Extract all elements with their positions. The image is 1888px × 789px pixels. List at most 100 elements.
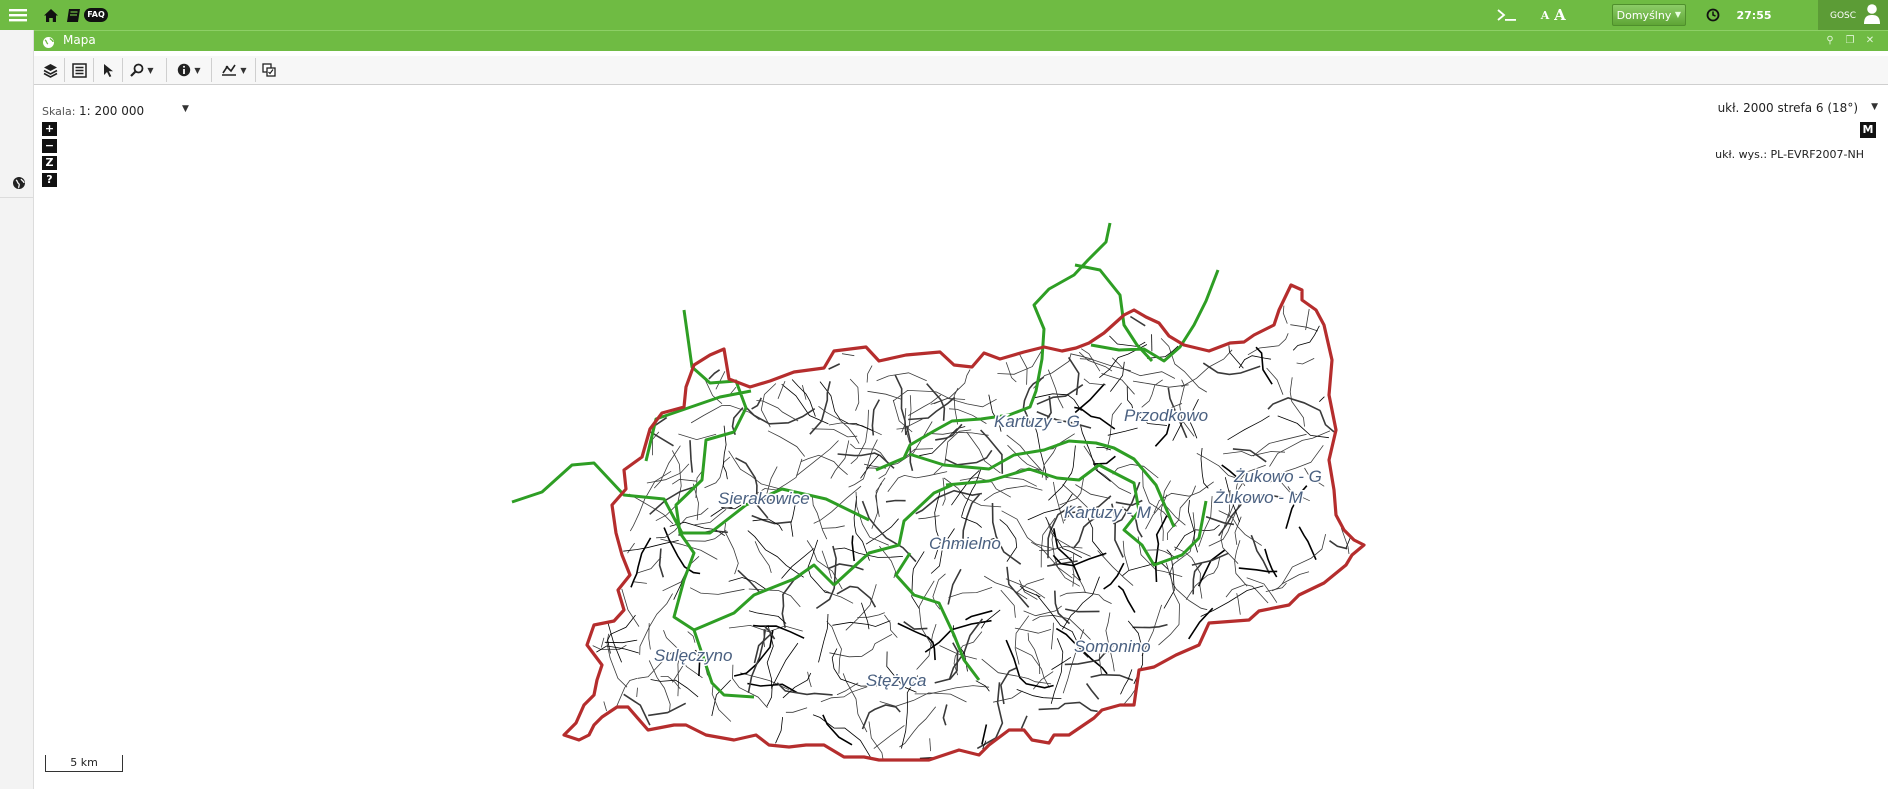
gmina-label: Somonino [1074, 637, 1151, 656]
road-segment [754, 541, 772, 574]
help-button[interactable]: ? [42, 173, 57, 187]
gmina-label: Przodkowo [1124, 406, 1208, 425]
road-segment [690, 405, 760, 424]
profile-select[interactable]: Domyślny ▼ [1612, 4, 1686, 26]
road-segment [826, 621, 842, 674]
divider [211, 58, 212, 82]
faq-label: FAQ [84, 8, 108, 22]
divider [166, 58, 167, 82]
compare-icon[interactable] [258, 59, 280, 81]
chevron-down-icon[interactable]: ▼ [1871, 102, 1878, 112]
pin-icon[interactable]: ⚲ [1824, 35, 1836, 47]
scale-dropdown[interactable]: ▼ [182, 104, 189, 114]
layers-icon[interactable] [39, 59, 61, 81]
road-segment [1075, 484, 1110, 499]
road-segment [650, 431, 674, 447]
road-segment [753, 624, 805, 639]
road-segment [871, 483, 883, 529]
road-segment [1101, 373, 1135, 395]
road-segment [1014, 615, 1030, 665]
home-icon[interactable] [42, 5, 60, 25]
gmina-label: Sulęczyno [654, 646, 732, 665]
road-segment [1051, 656, 1072, 670]
divider [64, 58, 65, 82]
zoom-out-button[interactable]: − [42, 139, 57, 153]
zoom-extent-button[interactable]: Z [42, 156, 57, 170]
faq-button[interactable]: FAQ [84, 5, 108, 25]
road-segment [1227, 415, 1270, 441]
road-segment [1298, 526, 1317, 561]
road-segment [1109, 335, 1146, 347]
road-segment [948, 618, 984, 680]
road-segment [908, 396, 956, 421]
road-segment [790, 504, 796, 537]
road-segment [856, 423, 874, 432]
close-icon[interactable]: ✕ [1864, 35, 1876, 47]
road-segment [1085, 683, 1100, 700]
zoom-in-button[interactable]: + [42, 122, 57, 136]
road-segment [600, 637, 605, 648]
road-segment [1252, 433, 1307, 457]
road-segment [777, 380, 786, 399]
road-segment [822, 525, 845, 529]
legend-icon[interactable] [68, 59, 90, 81]
map-canvas[interactable]: Kartuzy - G Przodkowo Sierakowice Kartuzy -… [34, 85, 1888, 789]
divider [93, 58, 94, 82]
chevron-down-icon: ▼ [1674, 10, 1681, 19]
road-segment [751, 397, 763, 410]
road-segment [1050, 638, 1064, 704]
road-segment [851, 535, 855, 562]
search-icon[interactable]: ▼ [126, 59, 158, 81]
crs-select[interactable]: ukł. 2000 strefa 6 (18°) [1718, 101, 1858, 115]
user-name: GOSC [1830, 11, 1857, 21]
user-menu[interactable]: GOSC [1818, 0, 1888, 30]
road-segment [623, 693, 651, 726]
road-segment [942, 477, 946, 506]
road-segment [926, 383, 946, 421]
font-increase-button[interactable]: A [1553, 5, 1567, 25]
road-segment [866, 365, 873, 383]
road-segment [836, 585, 877, 608]
road-segment [1002, 476, 1037, 487]
book-icon[interactable] [64, 5, 82, 25]
road-segment [737, 569, 760, 593]
divider [255, 58, 256, 82]
road-segment [627, 542, 635, 554]
map-view[interactable]: Kartuzy - G Przodkowo Sierakowice Kartuzy -… [34, 85, 1888, 789]
road-segment [1080, 348, 1101, 372]
gmina-labels: Kartuzy - G Przodkowo Sierakowice Kartuzy -… [653, 405, 1324, 692]
divider [0, 197, 33, 198]
menu-icon[interactable] [8, 5, 28, 25]
road-segment [1067, 356, 1080, 396]
road-segment [1053, 481, 1064, 524]
road-segment [1319, 396, 1325, 402]
info-icon[interactable]: ▼ [173, 59, 205, 81]
font-decrease-button[interactable]: A [1540, 5, 1550, 25]
m-button[interactable]: M [1860, 122, 1876, 138]
road-segment [875, 477, 886, 517]
road-segment [606, 633, 628, 688]
restore-icon[interactable]: ❐ [1844, 35, 1856, 47]
globe-icon[interactable] [12, 175, 26, 189]
road-segment [630, 537, 652, 588]
road-segment [766, 642, 799, 707]
road-segment [632, 581, 647, 584]
gmina-label: Kartuzy - M [1064, 503, 1152, 522]
road-segment [1015, 647, 1050, 688]
road-segment [1027, 632, 1041, 675]
road-segment [1083, 378, 1106, 386]
road-segment [1016, 578, 1045, 593]
gmina-boundaries [511, 222, 1220, 699]
road-segment [868, 721, 884, 760]
road-segment [1281, 534, 1326, 585]
measure-icon[interactable]: ▼ [218, 59, 250, 81]
road-segment [671, 478, 697, 485]
pointer-icon[interactable] [97, 59, 119, 81]
left-sidebar [0, 30, 34, 789]
terminal-icon[interactable] [1496, 5, 1518, 25]
road-segment [660, 538, 718, 560]
road-segment [1154, 423, 1171, 447]
road-segment [781, 383, 829, 425]
road-segment [710, 507, 733, 517]
road-segment [1234, 540, 1248, 587]
